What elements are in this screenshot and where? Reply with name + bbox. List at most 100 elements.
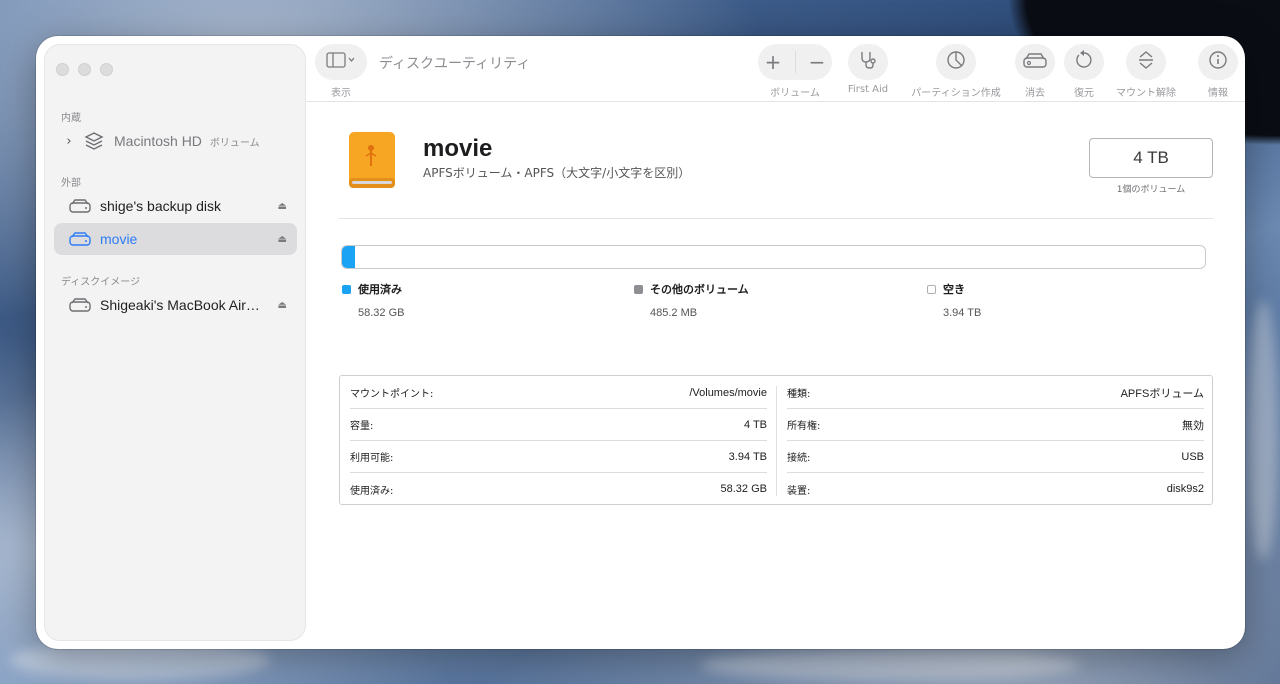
info-column-left: マウントポイント: /Volumes/movie 容量: 4 TB 利用可能: 3.9… bbox=[340, 376, 777, 504]
minimize-button[interactable] bbox=[78, 63, 91, 76]
partition-label: パーティション作成 bbox=[911, 88, 1001, 99]
eject-icon[interactable]: ⏏ bbox=[278, 234, 287, 245]
sidebar-toggle-icon bbox=[326, 52, 356, 72]
info-value: 3.94 TB bbox=[728, 450, 767, 463]
plus-icon[interactable]: + bbox=[765, 50, 782, 74]
sidebar-item-sublabel: ボリューム bbox=[209, 137, 260, 149]
info-key: 使用済み: bbox=[350, 485, 394, 497]
info-row-ownership: 所有権: 無効 bbox=[787, 409, 1204, 441]
main-content: movie APFSボリューム・APFS（大文字/小文字を区別） 4 TB 1個… bbox=[306, 102, 1245, 649]
external-drive-icon bbox=[68, 230, 92, 248]
unmount-button[interactable] bbox=[1126, 44, 1166, 80]
sidebar-item-label: movie bbox=[100, 231, 138, 247]
legend-used: 使用済み 58.32 GB bbox=[342, 281, 404, 319]
restore-button[interactable] bbox=[1064, 44, 1104, 80]
info-label: 情報 bbox=[1208, 88, 1228, 99]
volume-label: ボリューム bbox=[770, 88, 820, 99]
sidebar-item-movie[interactable]: movie ⏏ bbox=[54, 223, 297, 255]
legend-swatch bbox=[927, 284, 936, 294]
sidebar-item-label: shige's backup disk bbox=[100, 198, 221, 214]
minus-icon[interactable]: − bbox=[809, 50, 826, 74]
info-row-mount-point: マウントポイント: /Volumes/movie bbox=[350, 377, 767, 409]
first-aid-label: First Aid bbox=[847, 84, 889, 95]
section-disk-images: ディスクイメージ bbox=[61, 277, 141, 288]
legend-free: 空き 3.94 TB bbox=[927, 281, 981, 319]
info-key: 所有権: bbox=[787, 421, 821, 432]
window-controls bbox=[56, 63, 113, 76]
usage-bar-used bbox=[342, 246, 355, 268]
eject-icon[interactable]: ⏏ bbox=[278, 201, 287, 212]
info-column-right: 種類: APFSボリューム 所有権: 無効 接続: USB 装置: disk9s2 bbox=[777, 376, 1214, 504]
view-label: 表示 bbox=[331, 88, 351, 99]
legend-value: 3.94 TB bbox=[943, 307, 982, 319]
eject-icon[interactable]: ⏏ bbox=[278, 300, 287, 311]
wallpaper-cloud bbox=[1248, 300, 1278, 560]
info-key: マウントポイント: bbox=[350, 389, 434, 400]
legend-swatch bbox=[634, 284, 643, 294]
info-table: マウントポイント: /Volumes/movie 容量: 4 TB 利用可能: 3.9… bbox=[339, 375, 1213, 505]
toolbar: 表示 ディスクユーティリティ + − ボリューム First Aid パーティシ… bbox=[306, 36, 1245, 102]
legend-value: 485.2 MB bbox=[650, 307, 698, 319]
info-button[interactable] bbox=[1198, 44, 1238, 80]
external-drive-icon bbox=[68, 296, 92, 314]
divider bbox=[794, 51, 796, 73]
close-button[interactable] bbox=[56, 63, 69, 76]
partition-button[interactable] bbox=[936, 44, 976, 80]
unmount-icon bbox=[1136, 50, 1156, 74]
external-drive-icon bbox=[68, 197, 92, 215]
restore-label: 復元 bbox=[1074, 88, 1094, 99]
info-value: /Volumes/movie bbox=[689, 386, 767, 399]
eraser-icon bbox=[1023, 52, 1047, 72]
divider bbox=[339, 218, 1213, 219]
unmount-label: マウント解除 bbox=[1116, 88, 1176, 99]
legend-label: その他のボリューム bbox=[650, 283, 749, 296]
info-row-device: 装置: disk9s2 bbox=[787, 473, 1204, 505]
info-key: 接続: bbox=[787, 453, 811, 464]
info-key: 容量: bbox=[350, 421, 374, 432]
legend-label: 空き bbox=[943, 283, 965, 296]
sidebar-item-label: Macintosh HD bbox=[114, 133, 202, 149]
legend-swatch bbox=[342, 284, 351, 294]
capacity-box: 4 TB bbox=[1089, 138, 1213, 178]
sidebar-item-disk-image[interactable]: Shigeaki's MacBook Air… ⏏ bbox=[54, 289, 297, 321]
app-title: ディスクユーティリティ bbox=[379, 56, 531, 72]
first-aid-button[interactable] bbox=[848, 44, 888, 80]
info-row-capacity: 容量: 4 TB bbox=[350, 409, 767, 441]
info-row-used: 使用済み: 58.32 GB bbox=[350, 473, 767, 505]
disk-utility-window: 内蔵 › Macintosh HD ボリューム 外部 shige's backu… bbox=[36, 36, 1245, 649]
external-disk-icon bbox=[348, 132, 396, 188]
section-internal: 内蔵 bbox=[61, 113, 81, 124]
zoom-button[interactable] bbox=[100, 63, 113, 76]
sidebar-item-backup-disk[interactable]: shige's backup disk ⏏ bbox=[54, 190, 297, 222]
volume-button-group: + − bbox=[758, 44, 832, 80]
info-value: 58.32 GB bbox=[720, 483, 767, 495]
layers-icon bbox=[82, 132, 106, 150]
info-row-connection: 接続: USB bbox=[787, 441, 1204, 473]
capacity-subtitle: 1個のボリューム bbox=[1116, 185, 1186, 195]
info-row-type: 種類: APFSボリューム bbox=[787, 377, 1204, 409]
info-value: 無効 bbox=[1182, 419, 1204, 432]
section-external: 外部 bbox=[61, 178, 81, 189]
legend-value: 58.32 GB bbox=[358, 307, 405, 319]
info-value: USB bbox=[1181, 450, 1204, 463]
sidebar-item-label: Shigeaki's MacBook Air… bbox=[100, 297, 260, 313]
info-key: 装置: bbox=[787, 485, 811, 497]
usage-bar bbox=[341, 245, 1206, 269]
legend-label: 使用済み bbox=[358, 283, 402, 296]
info-icon bbox=[1208, 50, 1228, 74]
chevron-right-icon[interactable]: › bbox=[60, 134, 78, 149]
stethoscope-icon bbox=[858, 50, 878, 74]
sidebar-item-macintosh-hd[interactable]: › Macintosh HD ボリューム bbox=[54, 125, 297, 157]
erase-button[interactable] bbox=[1015, 44, 1055, 80]
info-value: disk9s2 bbox=[1166, 483, 1204, 495]
info-row-available: 利用可能: 3.94 TB bbox=[350, 441, 767, 473]
sidebar: 内蔵 › Macintosh HD ボリューム 外部 shige's backu… bbox=[44, 44, 306, 641]
info-value: 4 TB bbox=[743, 418, 767, 431]
info-key: 種類: bbox=[787, 389, 811, 400]
pie-chart-icon bbox=[946, 50, 966, 74]
restore-icon bbox=[1074, 50, 1094, 74]
view-button[interactable] bbox=[315, 44, 367, 80]
wallpaper-cloud bbox=[700, 650, 1080, 680]
info-key: 利用可能: bbox=[350, 453, 394, 464]
volume-name: movie bbox=[423, 135, 493, 162]
